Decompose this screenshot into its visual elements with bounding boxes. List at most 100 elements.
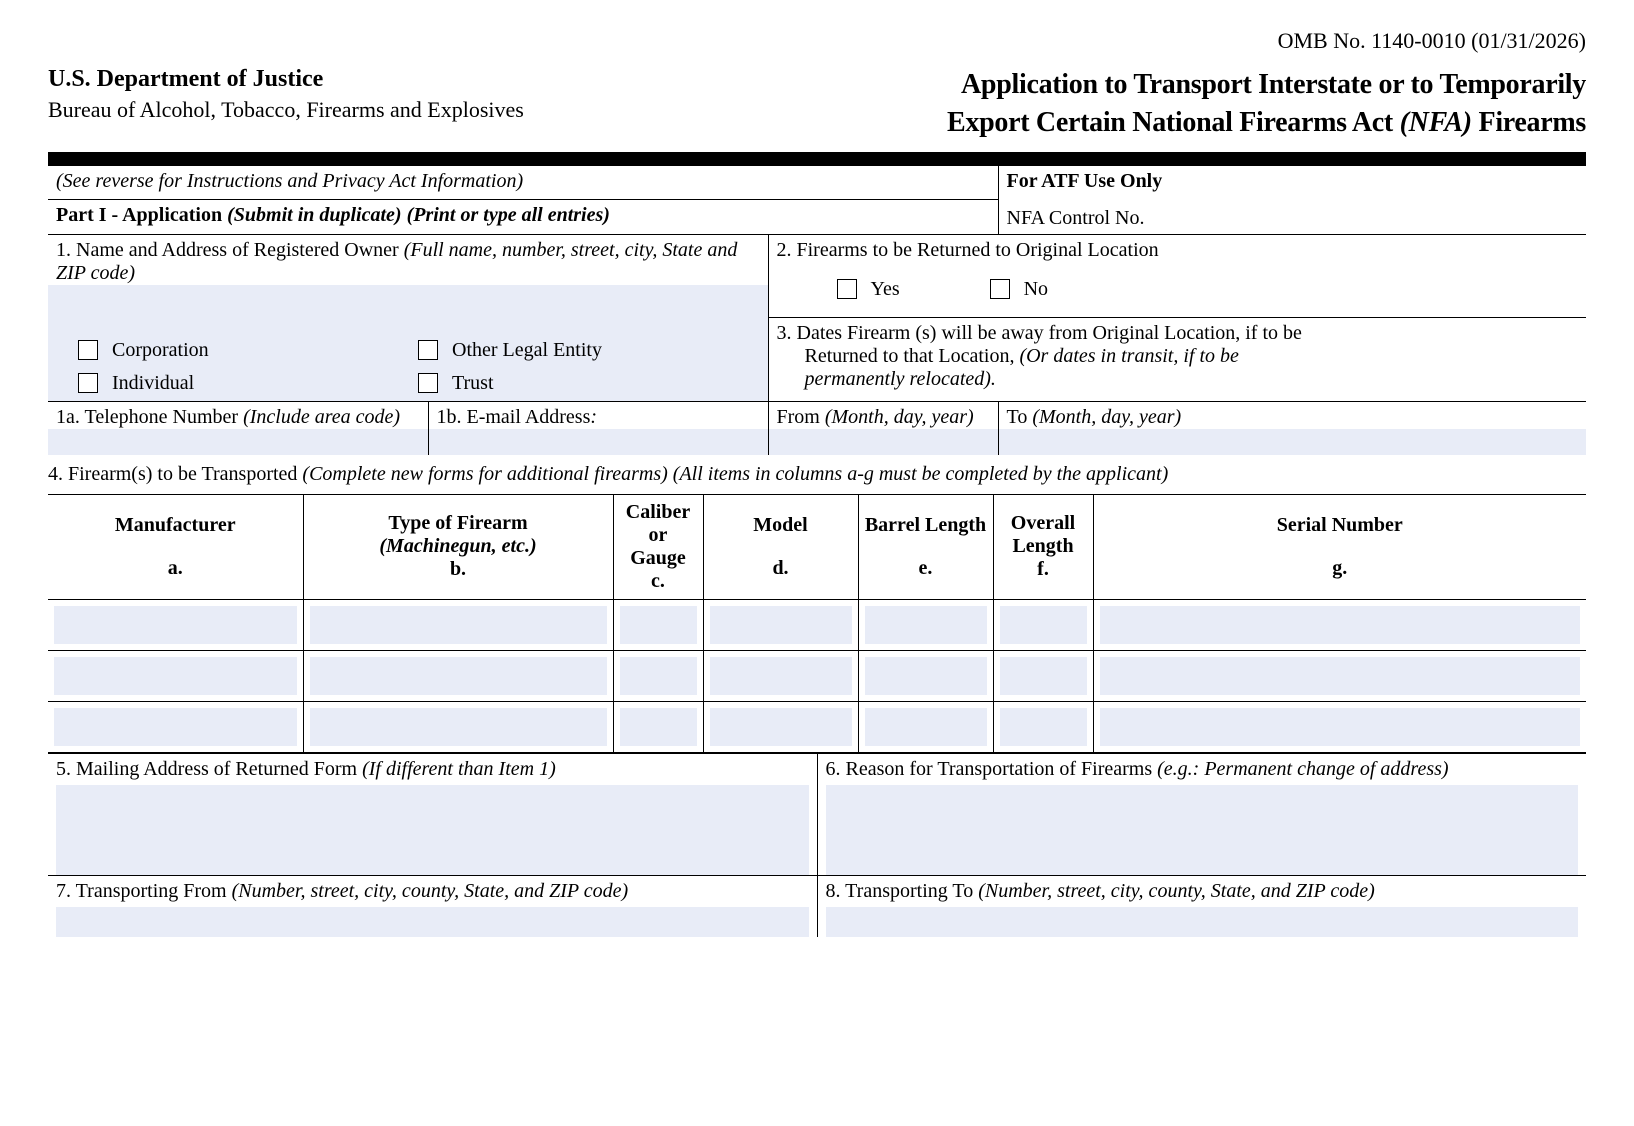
firearm-overall-input[interactable]	[1000, 708, 1087, 746]
firearm-overall-input[interactable]	[1000, 606, 1087, 644]
firearm-type-input[interactable]	[310, 606, 607, 644]
firearm-caliber-input[interactable]	[620, 657, 697, 695]
q1-cell: 1. Name and Address of Registered Owner …	[48, 234, 768, 401]
firearm-manufacturer-input[interactable]	[54, 708, 297, 746]
q1a-instr: (Include area code)	[243, 406, 400, 428]
checkbox-yes[interactable]: Yes	[837, 278, 900, 301]
q8-text: 8. Transporting To	[826, 880, 979, 902]
from-date-input[interactable]	[769, 429, 998, 455]
divider-bar	[48, 152, 1586, 166]
q7-text: 7. Transporting From	[56, 880, 232, 902]
q1a-cell: 1a. Telephone Number (Include area code)	[48, 401, 428, 455]
q1b-cell: 1b. E-mail Address:	[428, 401, 768, 455]
col-manufacturer: Manufacturera.	[48, 494, 303, 599]
q7-instr: (Number, street, city, county, State, an…	[232, 880, 629, 902]
checkbox-icon	[78, 340, 98, 360]
q1b-colon: :	[590, 406, 597, 428]
table-row	[48, 599, 1586, 650]
q5-cell: 5. Mailing Address of Returned Form (If …	[48, 753, 817, 875]
firearms-table: Manufacturera. Type of Firearm(Machinegu…	[48, 494, 1586, 753]
from-text: From	[777, 406, 825, 428]
firearm-barrel-input[interactable]	[865, 708, 987, 746]
email-input[interactable]	[429, 429, 768, 455]
title-nfa: (NFA)	[1400, 107, 1472, 138]
table-header-row: Manufacturera. Type of Firearm(Machinegu…	[48, 494, 1586, 599]
checkbox-individual[interactable]: Individual	[78, 372, 378, 395]
q3-line2a: Returned to that Location,	[805, 345, 1020, 367]
transporting-to-input[interactable]	[826, 907, 1579, 937]
atf-use-only: For ATF Use Only	[1007, 170, 1579, 193]
firearm-type-input[interactable]	[310, 708, 607, 746]
q5-instr: (If different than Item 1)	[362, 758, 556, 780]
from-label: From (Month, day, year)	[769, 402, 998, 429]
reason-input[interactable]	[826, 785, 1579, 875]
part1-label: Part I - Application	[56, 204, 227, 226]
department: U.S. Department of Justice	[48, 66, 524, 93]
q2-cell: 2. Firearms to be Returned to Original L…	[768, 234, 1586, 317]
q5-text: 5. Mailing Address of Returned Form	[56, 758, 362, 780]
col-type: Type of Firearm(Machinegun, etc.)b.	[303, 494, 613, 599]
q1b-label: 1b. E-mail Address:	[429, 402, 768, 429]
checkbox-icon	[418, 373, 438, 393]
firearm-caliber-input[interactable]	[620, 606, 697, 644]
individual-label: Individual	[112, 372, 194, 395]
firearm-serial-input[interactable]	[1100, 708, 1581, 746]
q4-label: 4. Firearm(s) to be Transported (Complet…	[48, 455, 1586, 490]
owner-type-checkboxes: Corporation Individual Other Legal Entit…	[48, 333, 768, 401]
firearm-model-input[interactable]	[710, 708, 852, 746]
firearm-model-input[interactable]	[710, 657, 852, 695]
header: U.S. Department of Justice Bureau of Alc…	[48, 66, 1586, 142]
firearm-manufacturer-input[interactable]	[54, 606, 297, 644]
firearm-serial-input[interactable]	[1100, 657, 1581, 695]
firearm-barrel-input[interactable]	[865, 606, 987, 644]
firearm-serial-input[interactable]	[1100, 606, 1581, 644]
to-date-input[interactable]	[999, 429, 1587, 455]
firearm-barrel-input[interactable]	[865, 657, 987, 695]
bottom-table: 5. Mailing Address of Returned Form (If …	[48, 753, 1586, 937]
q6-instr: (e.g.: Permanent change of address)	[1157, 758, 1448, 780]
form-title-line1: Application to Transport Interstate or t…	[947, 66, 1586, 104]
col-model: Modeld.	[703, 494, 858, 599]
title-2a: Export Certain National Firearms Act	[947, 107, 1400, 138]
firearm-overall-input[interactable]	[1000, 657, 1087, 695]
checkbox-no[interactable]: No	[990, 278, 1048, 301]
q4-text: 4. Firearm(s) to be Transported	[48, 463, 302, 485]
col-barrel-length: Barrel Lengthe.	[858, 494, 993, 599]
col-overall-length: OverallLengthf.	[993, 494, 1093, 599]
other-entity-label: Other Legal Entity	[452, 339, 602, 362]
see-reverse-cell: (See reverse for Instructions and Privac…	[48, 166, 998, 200]
to-label: To (Month, day, year)	[999, 402, 1587, 429]
checkbox-icon	[837, 279, 857, 299]
from-date-cell: From (Month, day, year)	[768, 401, 998, 455]
firearm-model-input[interactable]	[710, 606, 852, 644]
checkbox-trust[interactable]: Trust	[418, 372, 602, 395]
q1a-text: 1a. Telephone Number	[56, 406, 243, 428]
q1b-text: 1b. E-mail Address	[437, 406, 591, 428]
mailing-address-input[interactable]	[56, 785, 809, 875]
to-date-cell: To (Month, day, year)	[998, 401, 1586, 455]
q7-cell: 7. Transporting From (Number, street, ci…	[48, 875, 817, 937]
transporting-from-input[interactable]	[56, 907, 809, 937]
firearm-caliber-input[interactable]	[620, 708, 697, 746]
firearm-manufacturer-input[interactable]	[54, 657, 297, 695]
q3-line2: Returned to that Location, (Or dates in …	[777, 345, 1579, 368]
atf-use-cell: For ATF Use Only NFA Control No.	[998, 166, 1586, 235]
form-top-table: (See reverse for Instructions and Privac…	[48, 166, 1586, 455]
checkbox-other-entity[interactable]: Other Legal Entity	[418, 339, 602, 362]
form-title-block: Application to Transport Interstate or t…	[947, 66, 1586, 142]
q1-text: 1. Name and Address of Registered Owner	[56, 239, 404, 261]
title-2c: Firearms	[1472, 107, 1586, 138]
telephone-input[interactable]	[48, 429, 428, 455]
q3-line2b: (Or dates in transit, if to be	[1019, 345, 1238, 367]
firearm-type-input[interactable]	[310, 657, 607, 695]
yes-label: Yes	[871, 278, 900, 301]
checkbox-icon	[990, 279, 1010, 299]
part1-instr: (Submit in duplicate) (Print or type all…	[227, 204, 610, 226]
col-serial-number: Serial Numberg.	[1093, 494, 1586, 599]
to-text: To	[1007, 406, 1033, 428]
checkbox-corporation[interactable]: Corporation	[78, 339, 378, 362]
q2-label: 2. Firearms to be Returned to Original L…	[777, 239, 1579, 262]
see-reverse: (See reverse for Instructions and Privac…	[56, 170, 523, 192]
checkbox-icon	[78, 373, 98, 393]
owner-name-address-input[interactable]	[48, 285, 768, 333]
